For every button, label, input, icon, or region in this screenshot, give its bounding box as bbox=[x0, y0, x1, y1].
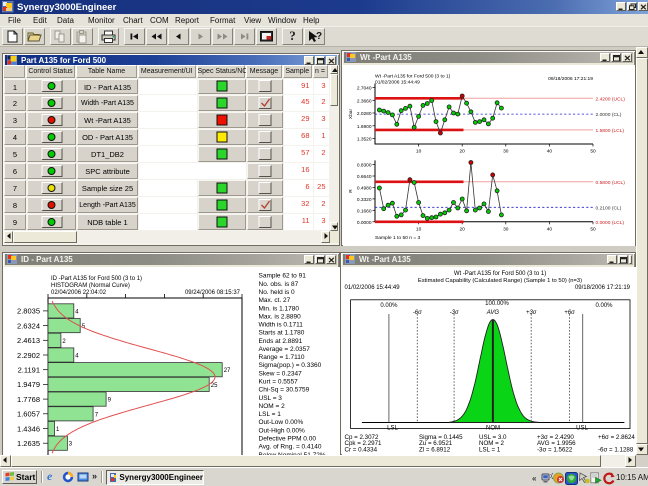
svg-text:Average = 2.0357: Average = 2.0357 bbox=[259, 346, 311, 353]
svg-text:+6σ: +6σ bbox=[564, 310, 575, 316]
svg-text:1.6900: 1.6900 bbox=[357, 124, 372, 130]
svg-text:0.1660: 0.1660 bbox=[357, 208, 372, 214]
svg-text:50: 50 bbox=[590, 149, 596, 155]
svg-text:NOM: NOM bbox=[486, 426, 500, 432]
svg-text:2.8035: 2.8035 bbox=[17, 307, 40, 316]
svg-text:0.2100 (CL): 0.2100 (CL) bbox=[596, 205, 622, 211]
svg-text:01/02/2006 15:44:49: 01/02/2006 15:44:49 bbox=[375, 80, 420, 86]
svg-text:Out-High 0.00%: Out-High 0.00% bbox=[259, 427, 305, 434]
svg-text:Cr = 0.4334: Cr = 0.4334 bbox=[345, 447, 378, 454]
svg-text:ID -Part A135 for Ford 500 (3: ID -Part A135 for Ford 500 (3 to 1) bbox=[51, 276, 142, 282]
svg-text:02/04/2006 22:04:02: 02/04/2006 22:04:02 bbox=[51, 290, 107, 296]
svg-text:10: 10 bbox=[416, 226, 422, 232]
svg-text:40: 40 bbox=[547, 149, 553, 155]
svg-text:1.6057: 1.6057 bbox=[17, 410, 40, 419]
svg-text:09/24/2006 08:15:37: 09/24/2006 08:15:37 bbox=[185, 290, 241, 296]
svg-text:1.3520: 1.3520 bbox=[357, 137, 372, 143]
svg-text:Min. is 1.1780: Min. is 1.1780 bbox=[259, 305, 300, 312]
svg-text:1.2635: 1.2635 bbox=[17, 439, 40, 448]
svg-text:2.3660: 2.3660 bbox=[357, 98, 372, 104]
svg-text:-3σ = 1.5622: -3σ = 1.5622 bbox=[537, 447, 573, 454]
svg-text:1.9479: 1.9479 bbox=[17, 380, 40, 389]
svg-text:-6σ = 1.1288: -6σ = 1.1288 bbox=[598, 447, 634, 454]
svg-text:40: 40 bbox=[547, 226, 553, 232]
svg-text:2.2902: 2.2902 bbox=[17, 351, 40, 360]
svg-text:0.6640: 0.6640 bbox=[357, 174, 372, 180]
svg-text:Max. is 2.8890: Max. is 2.8890 bbox=[259, 313, 302, 320]
svg-text:2.0280: 2.0280 bbox=[357, 111, 372, 117]
svg-text:1.5800 (LCL): 1.5800 (LCL) bbox=[596, 128, 625, 134]
svg-text:-6σ: -6σ bbox=[413, 310, 422, 316]
svg-text:1.4346: 1.4346 bbox=[17, 424, 40, 433]
svg-text:USL: USL bbox=[576, 426, 588, 432]
svg-text:0.4980: 0.4980 bbox=[357, 185, 372, 191]
svg-text:+6σ = 2.8624: +6σ = 2.8624 bbox=[598, 434, 635, 441]
svg-text:2.4200 (UCL): 2.4200 (UCL) bbox=[596, 96, 626, 102]
svg-text:R: R bbox=[348, 189, 354, 193]
svg-text:0.8300: 0.8300 bbox=[357, 163, 372, 169]
svg-text:Wt -Part A135 for Ford 500 (3: Wt -Part A135 for Ford 500 (3 to 1) bbox=[454, 271, 546, 277]
svg-text:2.0000 (CL): 2.0000 (CL) bbox=[596, 112, 622, 118]
svg-text:-3σ: -3σ bbox=[450, 310, 459, 316]
svg-text:25: 25 bbox=[211, 383, 218, 389]
svg-text:+3σ: +3σ bbox=[526, 310, 537, 316]
svg-text:09/18/2006 17:21:19: 09/18/2006 17:21:19 bbox=[575, 285, 631, 291]
svg-text:HISTOGRAM (Normal Curve): HISTOGRAM (Normal Curve) bbox=[51, 283, 130, 289]
svg-text:Kurt = 0.5557: Kurt = 0.5557 bbox=[259, 379, 299, 386]
svg-text:Zl = 6.8912: Zl = 6.8912 bbox=[419, 447, 451, 454]
svg-text:Ends at 2.8891: Ends at 2.8891 bbox=[259, 338, 303, 345]
svg-text:Wt -Part A135 for Ford 500 (3: Wt -Part A135 for Ford 500 (3 to 1) bbox=[375, 74, 451, 80]
svg-text:?: ? bbox=[316, 31, 322, 42]
svg-text:0.0000: 0.0000 bbox=[357, 220, 372, 226]
svg-text:0.00%: 0.00% bbox=[595, 303, 613, 309]
svg-text:Sample 62 to 91: Sample 62 to 91 bbox=[259, 273, 307, 280]
svg-text:Sample 1 to 50 n = 3: Sample 1 to 50 n = 3 bbox=[375, 235, 421, 241]
svg-text:50: 50 bbox=[590, 226, 596, 232]
svg-text:01/02/2006 15:44:49: 01/02/2006 15:44:49 bbox=[345, 285, 401, 291]
svg-text:Defective PPM 0.00: Defective PPM 0.00 bbox=[259, 436, 317, 443]
svg-text:2.6324: 2.6324 bbox=[17, 321, 40, 330]
svg-text:NOM = 2: NOM = 2 bbox=[259, 403, 286, 410]
svg-text:Width is 0.1711: Width is 0.1711 bbox=[259, 322, 304, 329]
svg-text:Avg. of Rng. = 0.4140: Avg. of Rng. = 0.4140 bbox=[259, 444, 322, 451]
svg-text:30: 30 bbox=[503, 226, 509, 232]
svg-text:Sigma(pop.) = 0.3360: Sigma(pop.) = 0.3360 bbox=[259, 362, 322, 369]
svg-text:0.0000 (LCL): 0.0000 (LCL) bbox=[596, 220, 625, 226]
svg-text:09/18/2006 17:21:19: 09/18/2006 17:21:19 bbox=[548, 76, 593, 82]
svg-text:Out-Low 0.00%: Out-Low 0.00% bbox=[259, 419, 304, 426]
svg-text:27: 27 bbox=[224, 368, 231, 374]
svg-text:30: 30 bbox=[503, 149, 509, 155]
svg-text:20: 20 bbox=[460, 149, 466, 155]
svg-text:0.3320: 0.3320 bbox=[357, 197, 372, 203]
svg-text:USL = 3: USL = 3 bbox=[259, 395, 283, 402]
svg-text:LSL: LSL bbox=[387, 426, 398, 432]
svg-text:0.5800 (UCL): 0.5800 (UCL) bbox=[596, 180, 626, 186]
svg-text:Chi-Sq = 30.5759: Chi-Sq = 30.5759 bbox=[259, 387, 310, 394]
svg-text:0.00%: 0.00% bbox=[380, 303, 398, 309]
svg-text:2.1191: 2.1191 bbox=[18, 366, 40, 375]
svg-text:No. held is 0: No. held is 0 bbox=[259, 289, 296, 296]
svg-text:Skew = 0.2347: Skew = 0.2347 bbox=[259, 370, 303, 377]
svg-text:LSL = 1: LSL = 1 bbox=[259, 411, 282, 418]
svg-text:100.00%: 100.00% bbox=[485, 301, 509, 307]
svg-text:20: 20 bbox=[460, 226, 466, 232]
svg-text:LSL = 1: LSL = 1 bbox=[479, 447, 501, 454]
svg-text:Starts at 1.1780: Starts at 1.1780 bbox=[259, 330, 305, 337]
svg-text:Range = 1.7110: Range = 1.7110 bbox=[259, 354, 305, 361]
svg-text:2.4613: 2.4613 bbox=[17, 336, 40, 345]
svg-text:1.7768: 1.7768 bbox=[17, 395, 40, 404]
svg-text:Max. ct. 27: Max. ct. 27 bbox=[259, 297, 291, 304]
svg-text:Xbar: Xbar bbox=[348, 109, 354, 120]
svg-text:Estimated Capability (Calculat: Estimated Capability (Calculated Range) … bbox=[418, 278, 582, 284]
svg-text:10: 10 bbox=[416, 149, 422, 155]
svg-text:2.7040: 2.7040 bbox=[357, 86, 372, 92]
svg-text:AVG: AVG bbox=[486, 310, 500, 316]
svg-text:No. obs. is 87: No. obs. is 87 bbox=[259, 281, 299, 288]
